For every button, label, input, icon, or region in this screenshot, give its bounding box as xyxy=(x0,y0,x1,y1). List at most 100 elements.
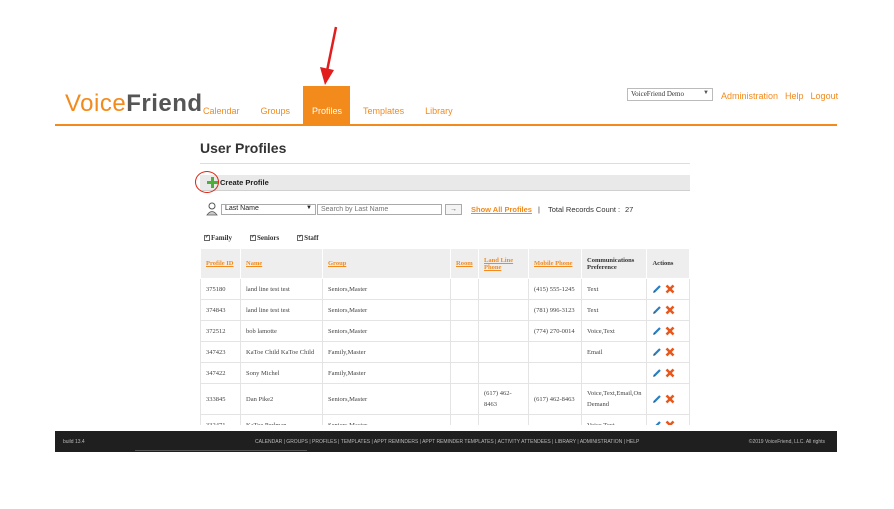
filter-seniors[interactable]: ✓ Seniors xyxy=(250,234,279,242)
footer-links[interactable]: CALENDAR | GROUPS | PROFILES | TEMPLATES… xyxy=(255,439,639,445)
page-title: User Profiles xyxy=(200,140,690,164)
cell-mobile xyxy=(528,341,582,363)
cell-mobile: (617) 462-8463 xyxy=(528,383,582,415)
col-name[interactable]: Name xyxy=(240,248,323,279)
staff-checkbox[interactable]: ✓ xyxy=(297,235,304,241)
cell-actions xyxy=(646,341,690,363)
filter-staff[interactable]: ✓ Staff xyxy=(297,234,319,242)
pencil-icon[interactable] xyxy=(652,347,662,357)
land-line-sort-link[interactable]: Land Line Phone xyxy=(484,257,513,271)
x-icon[interactable] xyxy=(665,394,675,404)
table-row: 372512 bob lamotte Seniors,Master (774) 270… xyxy=(200,320,690,342)
main-panel: User Profiles Create Profile Last Name ▼… xyxy=(195,140,690,436)
help-link[interactable]: Help xyxy=(785,91,804,101)
name-sort-link[interactable]: Name xyxy=(246,260,262,267)
cell-comm-pref xyxy=(580,362,648,384)
cell-land-line xyxy=(478,299,529,321)
cell-actions xyxy=(646,383,690,415)
cell-mobile: (781) 996-3123 xyxy=(528,299,582,321)
group-sort-link[interactable]: Group xyxy=(328,260,346,267)
pencil-icon[interactable] xyxy=(652,284,662,294)
profile-id-sort-link[interactable]: Profile ID xyxy=(206,260,234,267)
x-icon[interactable] xyxy=(665,284,675,294)
cell-comm-pref: Text xyxy=(580,278,648,300)
create-profile-button[interactable]: Create Profile xyxy=(220,178,269,187)
table-row: 347423 KaToe Child KaToe Child Family,Mast… xyxy=(200,341,690,363)
footer: build 13.4 CALENDAR | GROUPS | PROFILES … xyxy=(55,431,837,452)
x-icon[interactable] xyxy=(665,368,675,378)
cell-profile-id: 333845 xyxy=(200,383,241,415)
cell-land-line xyxy=(478,320,529,342)
total-records-count: 27 xyxy=(625,205,634,214)
show-all-profiles-link[interactable]: Show All Profiles xyxy=(471,205,532,214)
seniors-checkbox[interactable]: ✓ xyxy=(250,235,256,241)
cell-room xyxy=(450,278,479,300)
tab-templates[interactable]: Templates xyxy=(355,86,412,126)
actions-header: Actions xyxy=(652,260,674,267)
pencil-icon[interactable] xyxy=(652,305,662,315)
col-group[interactable]: Group xyxy=(322,248,451,279)
tab-profiles[interactable]: Profiles xyxy=(303,86,351,126)
col-mobile[interactable]: Mobile Phone xyxy=(528,248,582,279)
pencil-icon[interactable] xyxy=(652,394,662,404)
table-header-row: Profile ID Name Group Room Land Line Pho… xyxy=(200,248,690,279)
organization-select[interactable]: VoiceFriend Demo ▼ xyxy=(627,88,713,101)
col-actions: Actions xyxy=(646,248,690,279)
search-field-value: Last Name xyxy=(225,205,259,212)
filter-seniors-label: Seniors xyxy=(257,234,280,242)
cell-group: Family,Master xyxy=(322,362,451,384)
cell-name: Sony Michel xyxy=(240,362,323,384)
x-icon[interactable] xyxy=(665,326,675,336)
cell-group: Seniors,Master xyxy=(322,383,451,415)
cell-name: KaToe Child KaToe Child xyxy=(240,341,323,363)
create-profile-bar[interactable]: Create Profile xyxy=(195,171,690,193)
cell-group: Seniors,Master xyxy=(322,320,451,342)
col-comm-pref: Communications Preference xyxy=(580,248,648,279)
search-field-select[interactable]: Last Name ▼ xyxy=(221,204,316,215)
table-row: 375180 land line test test Seniors,Master (… xyxy=(200,278,690,300)
logo-light-text: Voice xyxy=(65,90,127,117)
cell-comm-pref: Email xyxy=(580,341,648,363)
x-icon[interactable] xyxy=(665,305,675,315)
family-checkbox[interactable]: ✓ xyxy=(204,235,210,241)
pencil-icon[interactable] xyxy=(652,326,662,336)
cell-group: Seniors,Master xyxy=(322,299,451,321)
copyright: ©2019 VoiceFriend, LLC. All rights xyxy=(748,439,825,445)
cell-name: bob lamotte xyxy=(240,320,323,342)
cell-room xyxy=(450,383,479,415)
logo[interactable]: VoiceFriend xyxy=(65,90,203,118)
room-sort-link[interactable]: Room xyxy=(456,260,473,267)
profiles-table: Profile ID Name Group Room Land Line Pho… xyxy=(200,248,690,436)
pencil-icon[interactable] xyxy=(652,368,662,378)
tab-groups[interactable]: Groups xyxy=(253,86,299,126)
app-header: VoiceFriend Calendar Groups Profiles Tem… xyxy=(55,86,838,126)
cell-land-line xyxy=(478,278,529,300)
cell-room xyxy=(450,320,479,342)
search-input[interactable] xyxy=(317,204,442,215)
footer-divider xyxy=(135,450,307,451)
cell-profile-id: 374843 xyxy=(200,299,241,321)
search-go-button[interactable]: → xyxy=(445,204,462,215)
tab-calendar[interactable]: Calendar xyxy=(195,86,248,126)
col-room[interactable]: Room xyxy=(450,248,479,279)
administration-link[interactable]: Administration xyxy=(721,91,778,101)
cell-name: land line test test xyxy=(240,278,323,300)
plus-icon[interactable] xyxy=(207,177,218,188)
chevron-down-icon: ▼ xyxy=(306,205,312,211)
mobile-sort-link[interactable]: Mobile Phone xyxy=(534,260,572,267)
top-links: Administration Help Logout xyxy=(721,91,838,101)
logout-link[interactable]: Logout xyxy=(811,91,839,101)
cell-comm-pref: Voice,Text,Email,On Demand xyxy=(580,383,648,415)
tab-library[interactable]: Library xyxy=(417,86,461,126)
build-version: build 13.4 xyxy=(63,439,85,445)
col-profile-id[interactable]: Profile ID xyxy=(200,248,241,279)
col-land-line[interactable]: Land Line Phone xyxy=(478,248,529,279)
cell-land-line xyxy=(478,341,529,363)
cell-profile-id: 347423 xyxy=(200,341,241,363)
total-records-label: Total Records Count : xyxy=(548,205,621,214)
cell-actions xyxy=(646,278,690,300)
cell-room xyxy=(450,341,479,363)
cell-name: Dan Pike2 xyxy=(240,383,323,415)
filter-family[interactable]: ✓ Family xyxy=(204,234,232,242)
x-icon[interactable] xyxy=(665,347,675,357)
